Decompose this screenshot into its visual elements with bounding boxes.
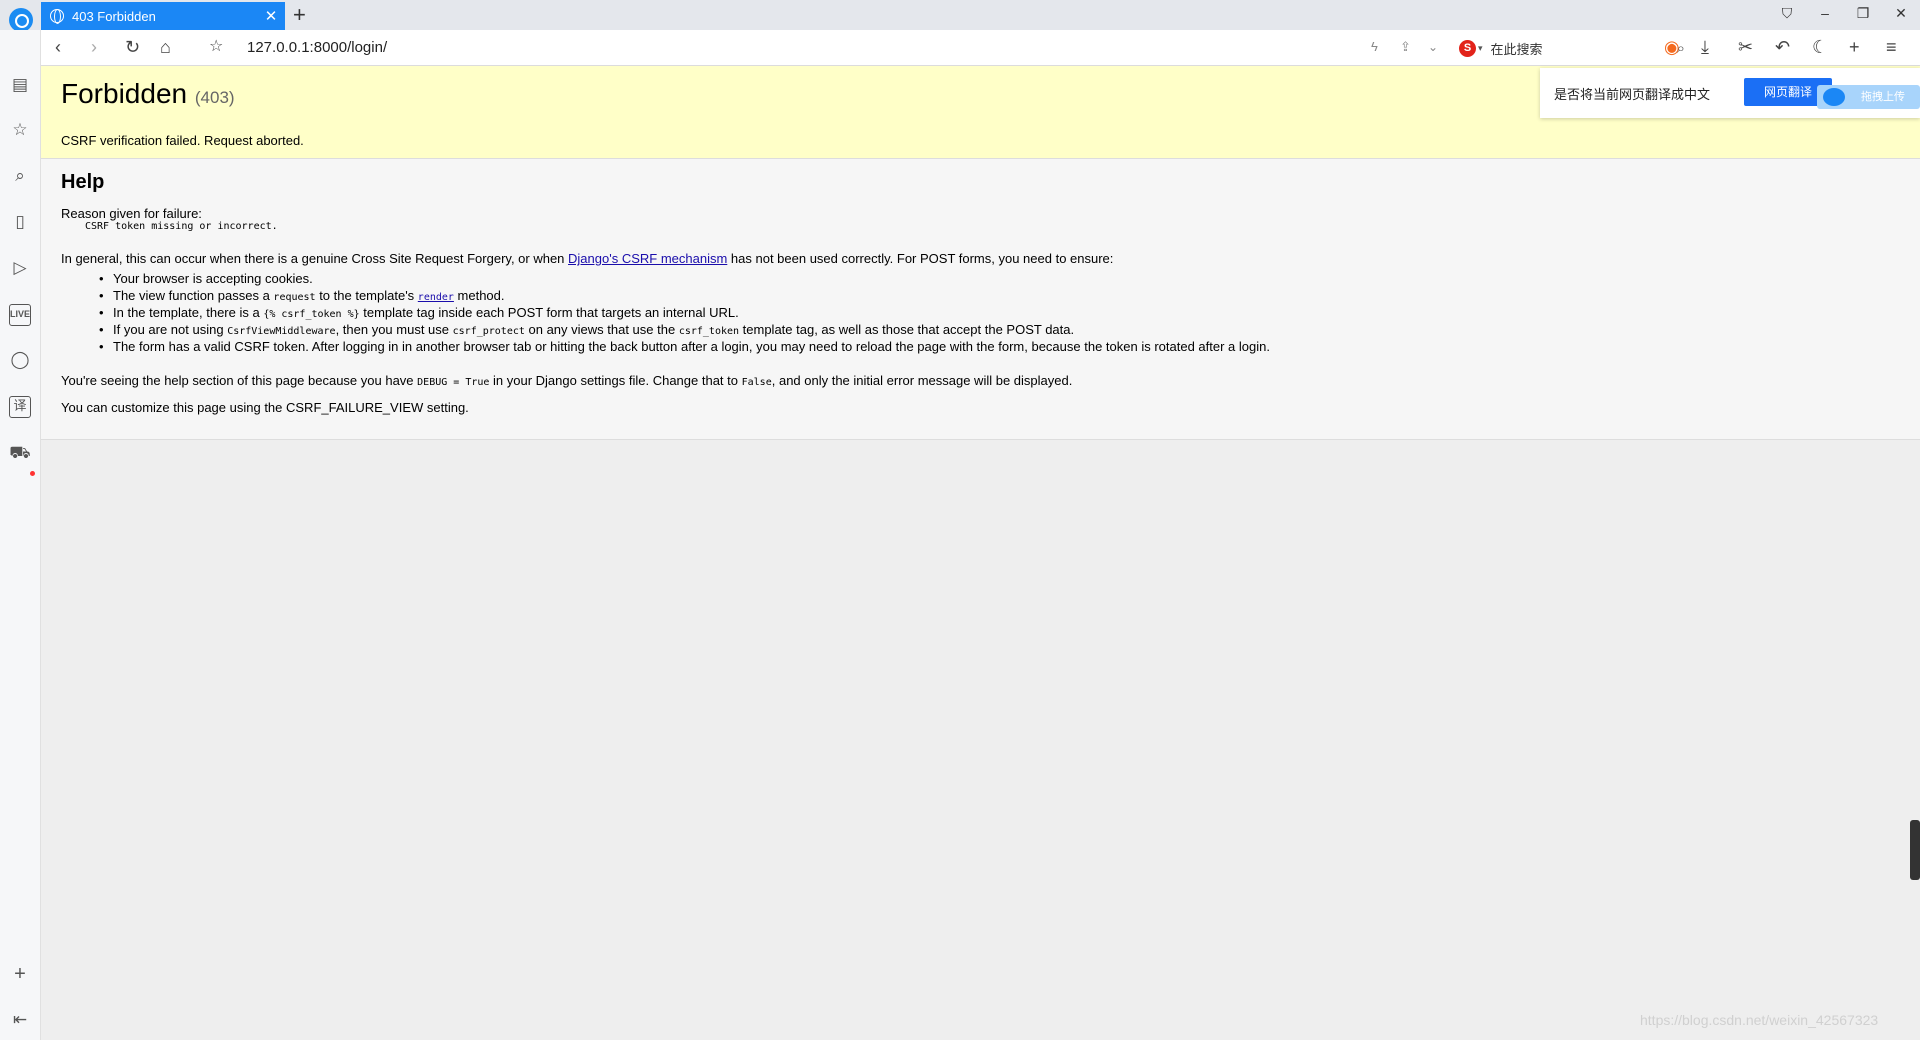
general-text: In general, this can occur when there is… (61, 251, 1113, 266)
list-text: In the template, there is a (113, 305, 264, 320)
debug-text-2: in your Django settings file. Change tha… (489, 373, 742, 388)
tab-close-icon[interactable]: ✕ (261, 7, 281, 25)
flash-icon[interactable]: ϟ (1371, 37, 1378, 57)
restore-icon[interactable]: ❐ (1853, 5, 1873, 22)
tab-active[interactable]: 403 Forbidden ✕ (41, 2, 285, 30)
search-box[interactable]: S ▾ 在此搜索 ⌕ (1459, 35, 1685, 61)
book-icon[interactable]: ▯ (9, 211, 31, 233)
help-section: Help Reason given for failure: CSRF toke… (41, 159, 1920, 440)
error-code: (403) (194, 88, 235, 107)
list-text: , then you must use (335, 322, 453, 337)
video-icon[interactable]: ▷ (9, 257, 31, 279)
forward-icon[interactable]: › (91, 37, 97, 57)
debug-text-1: You're seeing the help section of this p… (61, 373, 418, 388)
pin-icon[interactable]: ⛉ (1777, 5, 1797, 22)
csrf-docs-link[interactable]: Django's CSRF mechanism (568, 251, 727, 266)
list-text: to the template's (315, 288, 418, 303)
reason-text: CSRF token missing or incorrect. (85, 221, 278, 232)
globe-icon (50, 9, 64, 24)
code-text: request (273, 292, 316, 303)
list-text: template tag, as well as those that acce… (739, 322, 1075, 337)
game-icon[interactable]: ◉ (1664, 37, 1680, 57)
toolbar: ‹ › ↻ ⌂ ☆ 127.0.0.1:8000/login/ ϟ ⇪ ⌄ S … (41, 30, 1920, 66)
list-text: on any views that use the (524, 322, 679, 337)
reason-label: Reason given for failure: (61, 206, 202, 221)
search-icon[interactable]: ⌕ (9, 165, 31, 187)
chat-icon[interactable]: ◯ (9, 349, 31, 371)
page-content: Forbidden (403) CSRF verification failed… (41, 66, 1920, 1040)
debug-text: You're seeing the help section of this p… (61, 373, 1072, 388)
chevron-down-icon[interactable]: ▾ (1478, 43, 1483, 54)
news-icon[interactable]: ▤ (9, 74, 31, 96)
scissors-icon[interactable]: ✂ (1738, 37, 1753, 57)
code-text: csrf_token (678, 326, 740, 337)
dropdown-icon[interactable]: ⌄ (1428, 37, 1438, 57)
tab-bar: 403 Forbidden ✕ + ⛉ – ❐ ✕ (0, 0, 1920, 32)
list-text: template tag inside each POST form that … (359, 305, 739, 320)
code-text: CsrfViewMiddleware (227, 326, 336, 337)
collapse-icon[interactable]: ⇤ (9, 1009, 31, 1031)
tab-title: 403 Forbidden (72, 8, 156, 24)
search-input[interactable]: 在此搜索 (1491, 39, 1677, 58)
error-title: Forbidden (61, 78, 188, 109)
star-icon[interactable]: ☆ (209, 37, 223, 57)
upload-label: 拖拽上传 (1861, 91, 1905, 103)
general-text-2: has not been used correctly. For POST fo… (727, 251, 1114, 266)
side-handle[interactable] (1910, 820, 1920, 880)
cart-icon[interactable]: ⛟ (9, 442, 31, 464)
debug-text-3: , and only the initial error message wil… (771, 373, 1073, 388)
close-window-icon[interactable]: ✕ (1891, 5, 1911, 22)
render-link[interactable]: render (418, 292, 454, 303)
add-icon[interactable]: + (1849, 37, 1860, 57)
page-title: Forbidden (403) (61, 78, 235, 110)
translate-icon[interactable]: 译 (9, 396, 31, 418)
back-icon[interactable]: ‹ (55, 37, 61, 57)
watermark: https://blog.csdn.net/weixin_42567323 (1640, 1012, 1879, 1028)
add-icon[interactable]: + (9, 963, 31, 985)
favorites-icon[interactable]: ☆ (9, 119, 31, 141)
cloud-icon (1823, 88, 1845, 106)
menu-icon[interactable]: ≡ (1886, 37, 1897, 57)
drag-upload-button[interactable]: 拖拽上传 (1817, 85, 1920, 109)
general-text-1: In general, this can occur when there is… (61, 251, 569, 266)
list-text: method. (453, 288, 505, 303)
code-text: csrf_protect (452, 326, 525, 337)
home-icon[interactable]: ⌂ (160, 37, 171, 57)
address-bar[interactable]: 127.0.0.1:8000/login/ (247, 39, 387, 56)
moon-icon[interactable]: ☾ (1812, 37, 1828, 57)
list-text: If you are not using (113, 322, 228, 337)
list-text: The view function passes a (113, 288, 274, 303)
help-heading: Help (61, 171, 105, 193)
code-text: False (741, 377, 772, 388)
search-engine-icon[interactable]: S (1459, 39, 1476, 57)
browser-logo-icon[interactable] (9, 8, 33, 32)
share-icon[interactable]: ⇪ (1400, 37, 1411, 57)
download-icon[interactable]: ⤓ (1701, 37, 1709, 57)
live-icon[interactable]: LIVE (9, 304, 31, 326)
list-item: The view function passes a request to th… (99, 288, 505, 303)
undo-icon[interactable]: ↶ (1775, 37, 1790, 57)
minimize-icon[interactable]: – (1815, 5, 1835, 21)
notification-dot (30, 471, 35, 476)
list-item: If you are not using CsrfViewMiddleware,… (99, 322, 1075, 337)
code-text: {% csrf_token %} (263, 309, 360, 320)
reload-icon[interactable]: ↻ (125, 37, 140, 57)
list-item: In the template, there is a {% csrf_toke… (99, 305, 739, 320)
list-item: Your browser is accepting cookies. (99, 271, 313, 286)
sidebar: ▤ ☆ ⌕ ▯ ▷ LIVE ◯ 译 ⛟ + ⇤ (0, 30, 41, 1040)
new-tab-button[interactable]: + (293, 2, 306, 28)
customize-text: You can customize this page using the CS… (61, 400, 469, 415)
error-message: CSRF verification failed. Request aborte… (61, 133, 304, 148)
list-item: The form has a valid CSRF token. After l… (99, 339, 1270, 354)
code-text: DEBUG = True (417, 377, 490, 388)
translate-question: 是否将当前网页翻译成中文 (1554, 87, 1711, 102)
